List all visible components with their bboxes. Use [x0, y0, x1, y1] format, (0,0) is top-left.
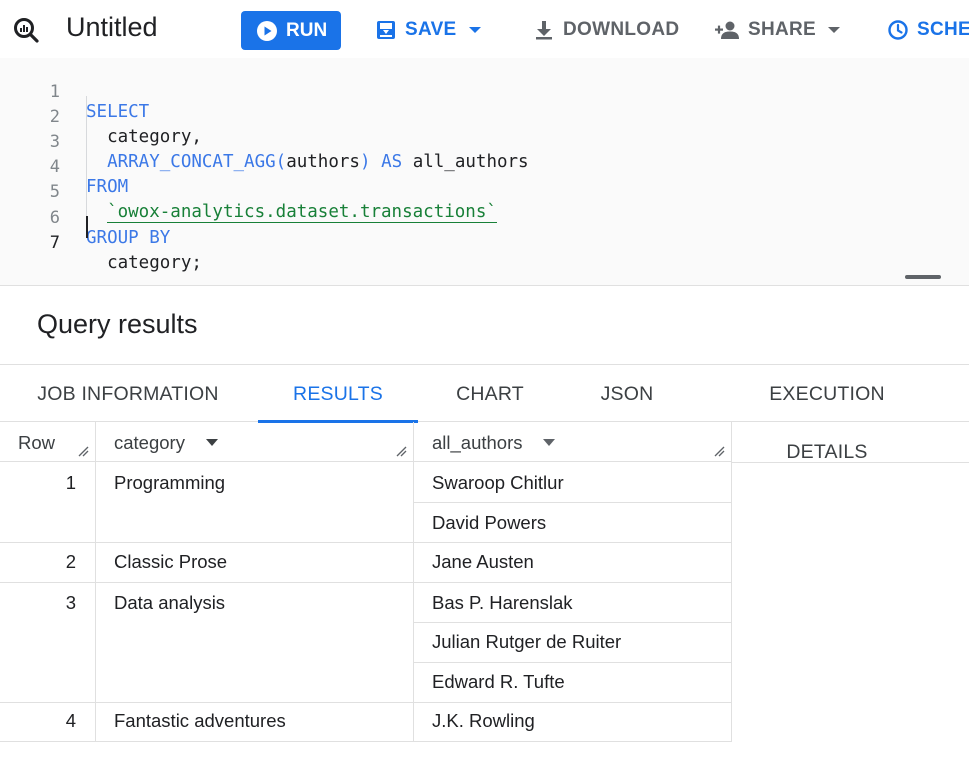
code-line: 3 ARRAY_CONCAT_AGG(authors) AS all_autho…: [0, 112, 969, 172]
author-cell[interactable]: J.K. Rowling: [432, 710, 535, 732]
text-cursor: [86, 216, 88, 238]
run-label: RUN: [286, 19, 328, 41]
save-icon: [377, 21, 395, 39]
results-tabs: JOB INFORMATION RESULTS CHART JSON EXECU…: [0, 364, 969, 463]
tab-json[interactable]: JSON: [596, 365, 658, 422]
code-line: 2 category,: [0, 87, 969, 147]
column-header-category[interactable]: category: [96, 422, 414, 462]
sort-arrow-icon[interactable]: [543, 439, 555, 446]
column-header-label: all_authors: [432, 432, 523, 453]
toolbar: Untitled RUN SAVE DOWNLOAD SHARE SCHE: [0, 0, 969, 58]
column-header-label: category: [114, 432, 185, 453]
author-cell[interactable]: Edward R. Tufte: [432, 671, 565, 693]
category-cell[interactable]: Data analysis: [114, 592, 225, 614]
category-cell[interactable]: Fantastic adventures: [114, 710, 286, 732]
sql-editor[interactable]: 1 SELECT 2 category, 3 ARRAY_CONCAT_AGG(…: [0, 58, 969, 286]
author-cell[interactable]: Jane Austen: [432, 551, 534, 573]
row-number: 2: [65, 551, 76, 572]
tab-execution-details[interactable]: EXECUTION DETAILS: [726, 365, 928, 463]
author-cell[interactable]: Julian Rutger de Ruiter: [432, 631, 621, 653]
column-resize-icon[interactable]: [77, 445, 89, 457]
add-person-icon: [715, 21, 739, 39]
category-cell[interactable]: Programming: [114, 472, 225, 494]
author-cell[interactable]: David Powers: [432, 512, 546, 534]
query-title[interactable]: Untitled: [66, 12, 158, 43]
code-line: 7 category;: [0, 213, 969, 273]
column-header-row[interactable]: Row: [0, 422, 96, 462]
schedule-label: SCHE: [917, 19, 969, 40]
column-divider: [731, 462, 732, 742]
column-header-all-authors[interactable]: all_authors: [414, 422, 732, 462]
author-cell[interactable]: Bas P. Harenslak: [432, 592, 573, 614]
author-cell[interactable]: Swaroop Chitlur: [432, 472, 564, 494]
code-line: 5 `owox-analytics.dataset.transactions`: [0, 162, 969, 223]
row-divider: [0, 702, 732, 703]
tab-results[interactable]: RESULTS: [258, 365, 418, 423]
column-divider: [95, 462, 96, 742]
code-line: 1 SELECT: [0, 62, 969, 122]
tab-job-information[interactable]: JOB INFORMATION: [36, 365, 220, 422]
download-icon: [536, 21, 552, 40]
results-table: Row category all_authors 1 Programming S…: [0, 422, 969, 768]
clock-icon: [888, 20, 908, 40]
line-number: 7: [49, 233, 60, 253]
play-icon: [257, 20, 277, 41]
tab-chart[interactable]: CHART: [452, 365, 528, 422]
save-dropdown-icon[interactable]: [468, 27, 481, 33]
query-results-title: Query results: [37, 309, 198, 339]
row-divider: [0, 741, 732, 742]
row-number: 4: [65, 710, 76, 731]
save-label: SAVE: [405, 19, 457, 40]
save-button[interactable]: SAVE: [375, 17, 481, 43]
editor-resize-handle[interactable]: [905, 275, 941, 279]
category-cell[interactable]: Classic Prose: [114, 551, 227, 573]
code-line: 4 FROM: [0, 137, 969, 197]
column-resize-icon[interactable]: [395, 445, 407, 457]
sub-row-divider: [414, 622, 732, 623]
row-divider: [0, 582, 732, 583]
column-divider: [413, 462, 414, 742]
row-number: 1: [65, 472, 76, 493]
share-dropdown-icon[interactable]: [828, 27, 841, 33]
column-resize-icon[interactable]: [713, 445, 725, 457]
share-label: SHARE: [748, 19, 817, 40]
row-number: 3: [65, 592, 76, 613]
sub-row-divider: [414, 502, 732, 503]
code-line: 6 GROUP BY: [0, 188, 969, 248]
share-button[interactable]: SHARE: [714, 17, 841, 43]
column-header-label: Row: [18, 432, 56, 453]
header-divider: [732, 462, 969, 463]
group-column: category;: [107, 253, 202, 273]
download-button[interactable]: DOWNLOAD: [533, 17, 679, 43]
schedule-button[interactable]: SCHE: [887, 17, 969, 43]
sort-arrow-icon[interactable]: [206, 439, 218, 446]
download-label: DOWNLOAD: [563, 19, 680, 40]
run-button[interactable]: RUN: [241, 11, 341, 50]
sub-row-divider: [414, 662, 732, 663]
query-icon: [14, 18, 39, 43]
row-divider: [0, 542, 732, 543]
